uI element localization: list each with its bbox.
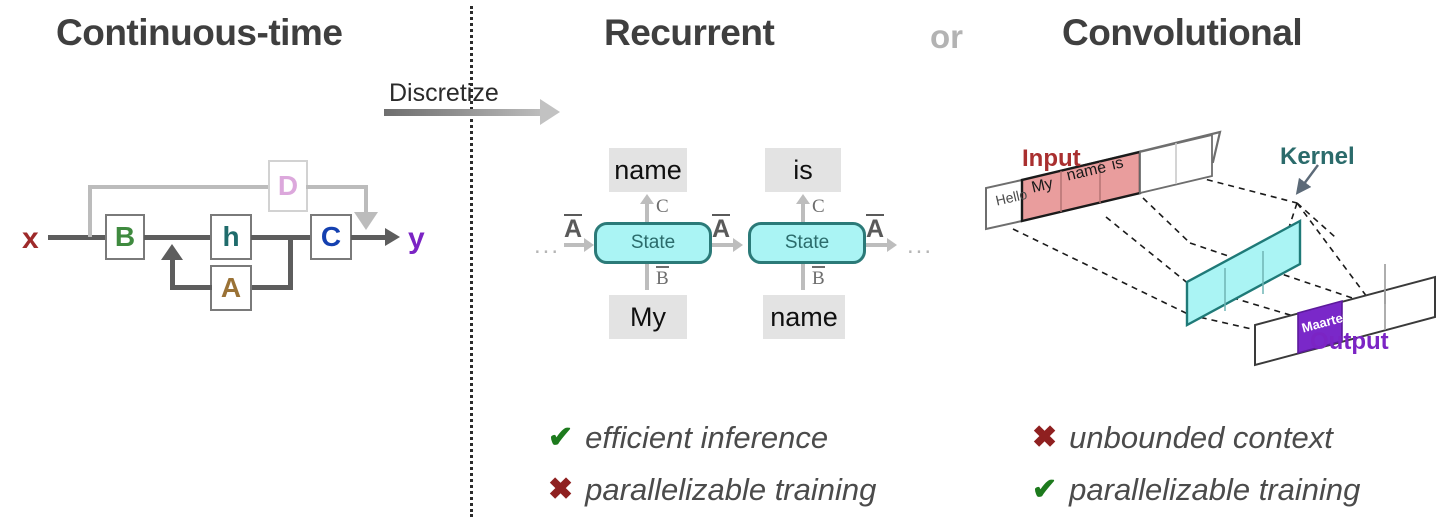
arrow-up-icon: [161, 244, 183, 260]
wire-d-branch-down: [364, 185, 368, 215]
check-icon: ✔: [1032, 473, 1058, 506]
matrix-a-bar-label-1: A: [712, 214, 731, 243]
arrow-right-icon: [733, 238, 743, 252]
recurrent-right-ellipsis: ...: [907, 232, 934, 259]
block-b-label: B: [114, 221, 136, 252]
input-label-x: x: [22, 222, 39, 255]
bullet-item: ✔ efficient inference: [548, 420, 876, 456]
matrix-b-bar-label-0: B: [656, 266, 669, 289]
heading-conjunction-or: or: [930, 18, 963, 55]
conv-output-label: Output: [1310, 328, 1389, 355]
recurrent-input-token-0: My: [609, 295, 687, 339]
block-b: B: [105, 214, 145, 260]
wire-d-branch-top-right: [306, 185, 368, 189]
wire-feedback-down: [288, 237, 293, 289]
bullet-item: ✖ unbounded context: [1032, 420, 1360, 456]
convolution-diagram: Hello My name is Maarten Input Kernel Ou…: [980, 125, 1456, 375]
bullet-label: parallelizable training: [585, 472, 877, 507]
output-label-y: y: [408, 222, 425, 255]
conv-kernel-label: Kernel: [1280, 143, 1355, 170]
line-input-to-state-0: [645, 264, 649, 290]
heading-recurrent: Recurrent: [604, 12, 775, 53]
line-input-to-state-1: [801, 264, 805, 290]
wire-d-branch-up: [88, 185, 92, 237]
cross-icon: ✖: [1032, 421, 1058, 454]
conv-input-label: Input: [1022, 145, 1081, 172]
arrow-down-icon: [354, 212, 378, 230]
block-c: C: [310, 214, 352, 260]
check-icon: ✔: [548, 421, 574, 454]
recurrent-input-token-1: name: [763, 295, 845, 339]
matrix-c-label-0: C: [656, 196, 669, 217]
block-d: D: [268, 160, 308, 212]
wire-a-up-vertical: [170, 260, 175, 290]
matrix-a-bar-label-0: A: [564, 214, 583, 243]
block-a-label: A: [220, 272, 242, 303]
convolutional-bullets: ✖ unbounded context ✔ parallelizable tra…: [1032, 420, 1360, 508]
diagram-root: Continuous-time Recurrent or Convolution…: [0, 0, 1456, 523]
bullet-item: ✖ parallelizable training: [548, 472, 876, 508]
wire-feedback-to-a: [250, 285, 293, 290]
wire-x-to-b: [48, 235, 106, 240]
recurrent-output-token-0: name: [609, 148, 687, 192]
cross-icon: ✖: [548, 473, 574, 506]
heading-convolutional: Convolutional: [1062, 12, 1303, 53]
continuous-time-block-diagram: x D B h C y A: [0, 140, 460, 320]
arrow-up-icon: [640, 194, 654, 204]
matrix-a-bar-label-2: A: [866, 214, 885, 243]
block-a: A: [210, 265, 252, 311]
bullet-label: efficient inference: [585, 420, 829, 455]
wire-d-branch-top-left: [88, 185, 270, 189]
recurrent-state-cell-1: State: [748, 222, 866, 264]
discretize-arrow-shaft: [384, 109, 542, 116]
recurrent-output-token-1: is: [765, 148, 841, 192]
bullet-label: unbounded context: [1069, 420, 1333, 455]
arrow-right-icon: [584, 238, 594, 252]
recurrent-bullets: ✔ efficient inference ✖ parallelizable t…: [548, 420, 876, 508]
block-h-label: h: [222, 221, 240, 252]
heading-continuous-time: Continuous-time: [56, 12, 343, 53]
block-c-label: C: [320, 221, 342, 252]
arrow-up-icon: [796, 194, 810, 204]
wire-h-to-c: [251, 235, 311, 240]
bullet-item: ✔ parallelizable training: [1032, 472, 1360, 508]
block-h: h: [210, 214, 252, 260]
wire-a-to-up: [170, 285, 212, 290]
arrow-right-icon: [887, 238, 897, 252]
arrow-right-output-icon: [385, 228, 400, 246]
matrix-c-label-1: C: [812, 196, 825, 217]
wire-b-to-h: [144, 235, 212, 240]
matrix-b-bar-label-1: B: [812, 266, 825, 289]
discretize-label: Discretize: [389, 79, 499, 107]
bullet-label: parallelizable training: [1069, 472, 1361, 507]
recurrent-diagram: ... A name C State B My A is C State B n…: [520, 140, 940, 360]
recurrent-left-ellipsis: ...: [534, 232, 561, 259]
arrow-right-icon: [540, 99, 560, 125]
block-d-label: D: [277, 170, 299, 201]
recurrent-state-cell-0: State: [594, 222, 712, 264]
